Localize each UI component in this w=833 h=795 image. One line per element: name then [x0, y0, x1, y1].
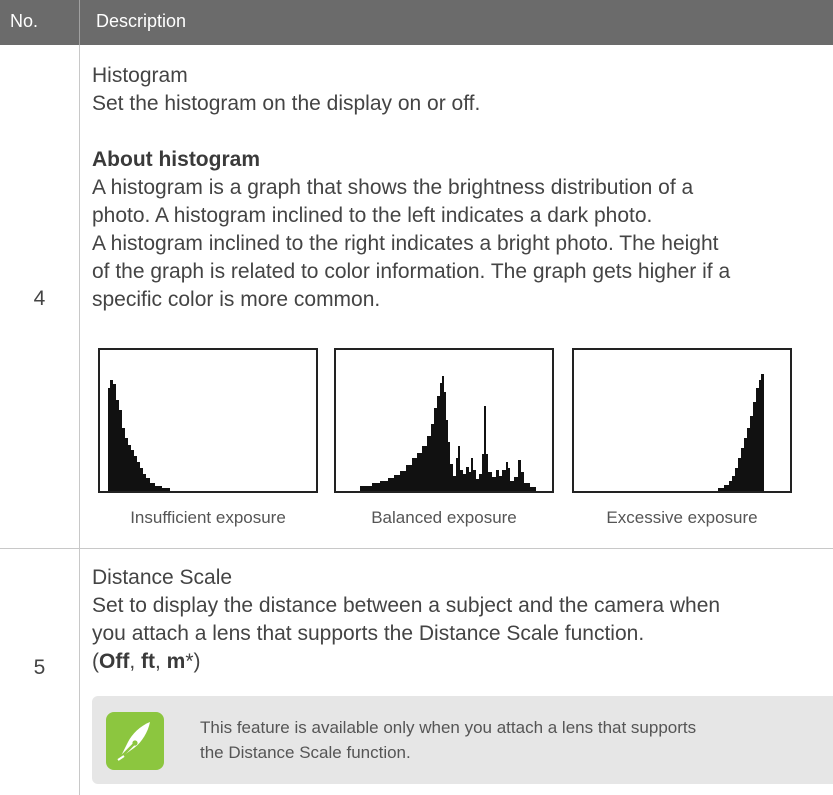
options-separator: ,	[129, 650, 141, 673]
about-line-2: photo. A histogram inclined to the left …	[92, 204, 653, 227]
histogram-excessive-exposure	[572, 348, 792, 493]
row5-desc-line-1: Set to display the distance between a su…	[92, 594, 721, 617]
histogram-graphic	[360, 376, 536, 491]
option-ft: ft	[141, 650, 155, 673]
options-close-paren: )	[193, 650, 201, 673]
histogram-balanced-exposure	[334, 348, 554, 493]
row-number-5: 5	[33, 656, 46, 679]
note-text: This feature is available only when you …	[200, 715, 696, 765]
column-divider	[79, 45, 80, 795]
row5-desc-line-2: you attach a lens that supports the Dist…	[92, 622, 645, 645]
histogram-graphic	[718, 374, 764, 491]
options-separator: ,	[155, 650, 167, 673]
caption-insufficient-exposure: Insufficient exposure	[130, 508, 286, 527]
row4-description: Set the histogram on the display on or o…	[92, 92, 481, 115]
note-box: This feature is available only when you …	[92, 696, 833, 784]
option-off: Off	[99, 650, 130, 673]
note-line-1: This feature is available only when you …	[200, 718, 697, 737]
caption-excessive-exposure: Excessive exposure	[606, 508, 758, 527]
about-line-4: of the graph is related to color informa…	[92, 260, 731, 283]
caption-balanced-exposure: Balanced exposure	[371, 508, 517, 527]
about-line-1: A histogram is a graph that shows the br…	[92, 176, 694, 199]
header-divider	[79, 0, 80, 45]
column-header-description: Description	[96, 11, 187, 31]
row-divider	[0, 548, 833, 549]
note-line-2: the Distance Scale function.	[200, 743, 411, 762]
row-number-4: 4	[33, 287, 46, 310]
histogram-graphic	[108, 380, 170, 491]
table-header: No. Description	[0, 0, 833, 45]
row5-title: Distance Scale	[92, 566, 233, 589]
about-line-5: specific color is more common.	[92, 288, 381, 311]
default-asterisk: *	[185, 650, 194, 673]
about-line-3: A histogram inclined to the right indica…	[92, 232, 719, 255]
column-header-no: No.	[10, 11, 39, 31]
distance-scale-options: (Off, ft, m*)	[92, 648, 201, 676]
row4-title: Histogram	[92, 64, 188, 87]
histogram-insufficient-exposure	[98, 348, 318, 493]
option-m: m	[166, 650, 186, 673]
about-histogram-heading: About histogram	[92, 148, 260, 171]
pen-note-icon	[106, 712, 164, 770]
options-open-paren: (	[92, 650, 99, 673]
